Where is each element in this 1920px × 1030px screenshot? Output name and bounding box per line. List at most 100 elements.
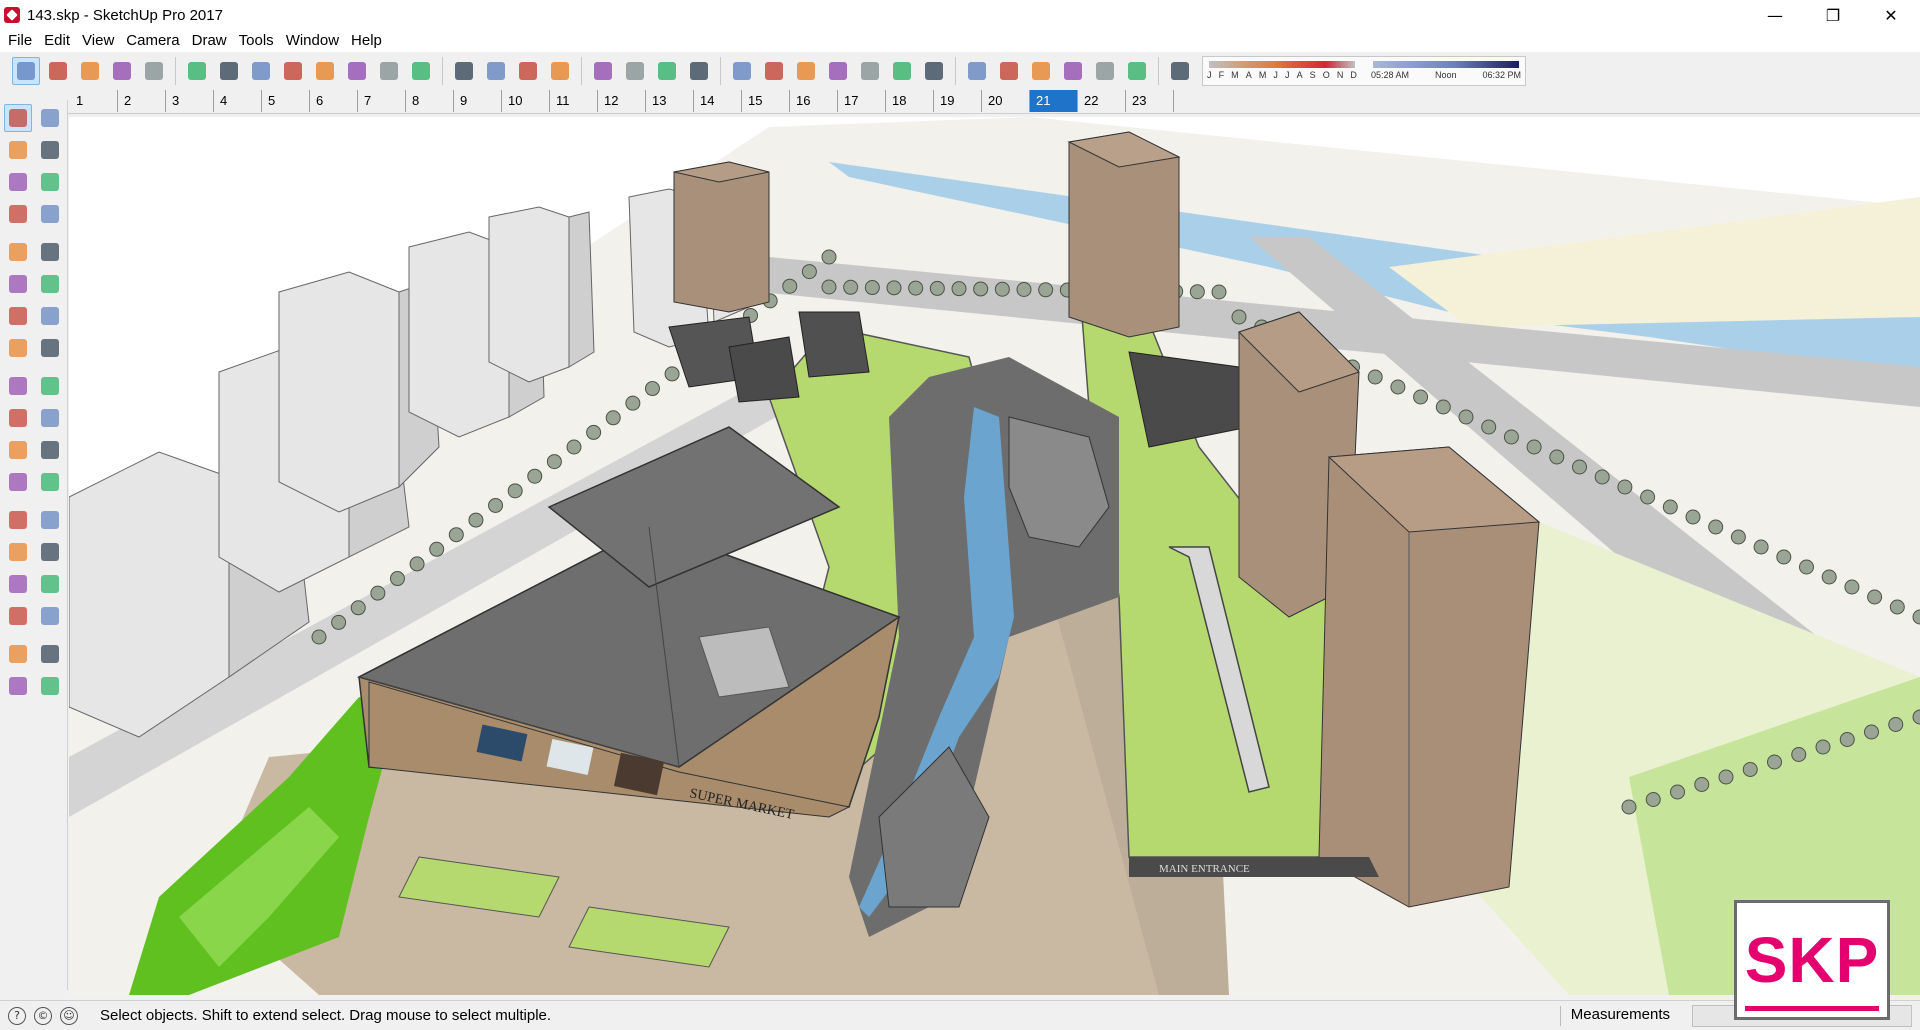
circle-tool-button[interactable] bbox=[4, 238, 32, 266]
menu-view[interactable]: View bbox=[76, 30, 120, 52]
shadow-toggle-button[interactable] bbox=[1166, 57, 1194, 85]
scene-tab-6[interactable]: 6 bbox=[310, 90, 358, 112]
walk-tool-button[interactable] bbox=[4, 672, 32, 700]
time-slider[interactable]: 05:28 AM Noon 06:32 PM bbox=[1371, 58, 1521, 84]
rectangle-button[interactable] bbox=[140, 57, 168, 85]
tape-measure-tool-button[interactable] bbox=[4, 436, 32, 464]
menu-draw[interactable]: Draw bbox=[186, 30, 233, 52]
scene-tab-22[interactable]: 22 bbox=[1078, 90, 1126, 112]
offset-tool-button[interactable] bbox=[36, 404, 64, 432]
pencil-button[interactable] bbox=[76, 57, 104, 85]
monochrome-button[interactable] bbox=[920, 57, 948, 85]
3d-text-tool-button[interactable] bbox=[36, 506, 64, 534]
push-pull-button[interactable] bbox=[183, 57, 211, 85]
text-tool-button[interactable] bbox=[36, 468, 64, 496]
scene-tab-15[interactable]: 15 bbox=[742, 90, 790, 112]
wireframe-button[interactable] bbox=[792, 57, 820, 85]
axes-tool-button[interactable] bbox=[4, 506, 32, 534]
scene-tab-10[interactable]: 10 bbox=[502, 90, 550, 112]
rectangle-tool-button[interactable] bbox=[4, 200, 32, 228]
scene-tab-16[interactable]: 16 bbox=[790, 90, 838, 112]
arc-tool-button[interactable] bbox=[4, 270, 32, 298]
rotate-button[interactable] bbox=[279, 57, 307, 85]
paint-bucket-tool-button[interactable] bbox=[4, 136, 32, 164]
warehouse-button[interactable] bbox=[589, 57, 617, 85]
scene-tab-11[interactable]: 11 bbox=[550, 90, 598, 112]
ruby-button[interactable] bbox=[685, 57, 713, 85]
tape-measure-button[interactable] bbox=[343, 57, 371, 85]
menu-camera[interactable]: Camera bbox=[120, 30, 185, 52]
paint-bucket-button[interactable] bbox=[407, 57, 435, 85]
top-view-button[interactable] bbox=[995, 57, 1023, 85]
xray-button[interactable] bbox=[728, 57, 756, 85]
scene-tab-14[interactable]: 14 bbox=[694, 90, 742, 112]
scene-tab-7[interactable]: 7 bbox=[358, 90, 406, 112]
scene-tab-3[interactable]: 3 bbox=[166, 90, 214, 112]
zoom-tool-button[interactable] bbox=[4, 570, 32, 598]
scene-tab-4[interactable]: 4 bbox=[214, 90, 262, 112]
scene-tab-5[interactable]: 5 bbox=[262, 90, 310, 112]
month-slider[interactable]: JFMAMJJASOND bbox=[1207, 58, 1357, 84]
extension-warehouse-button[interactable] bbox=[621, 57, 649, 85]
protractor-tool-button[interactable] bbox=[4, 468, 32, 496]
orbit-tool-button[interactable] bbox=[4, 538, 32, 566]
scene-tab-20[interactable]: 20 bbox=[982, 90, 1030, 112]
eraser-button[interactable] bbox=[44, 57, 72, 85]
maximize-button[interactable]: ❐ bbox=[1804, 0, 1862, 30]
scene-tab-2[interactable]: 2 bbox=[118, 90, 166, 112]
zoom-extents-tool-button[interactable] bbox=[4, 602, 32, 630]
scene-tab-19[interactable]: 19 bbox=[934, 90, 982, 112]
geo-location-icon[interactable]: ? bbox=[8, 1006, 26, 1025]
scene-tab-12[interactable]: 12 bbox=[598, 90, 646, 112]
pie-tool-button[interactable] bbox=[36, 302, 64, 330]
follow-me-button[interactable] bbox=[215, 57, 243, 85]
scene-tab-21[interactable]: 21 bbox=[1030, 90, 1078, 112]
arc-button[interactable] bbox=[108, 57, 136, 85]
front-view-button[interactable] bbox=[1027, 57, 1055, 85]
line-tool-button[interactable] bbox=[4, 168, 32, 196]
orbit-button[interactable] bbox=[450, 57, 478, 85]
follow-me-tool-button[interactable] bbox=[36, 372, 64, 400]
three-point-arc-tool-button[interactable] bbox=[4, 302, 32, 330]
push-pull-tool-button[interactable] bbox=[36, 334, 64, 362]
position-camera-tool-button[interactable] bbox=[4, 640, 32, 668]
polygon-tool-button[interactable] bbox=[36, 238, 64, 266]
scale-button[interactable] bbox=[311, 57, 339, 85]
scene-tab-1[interactable]: 1 bbox=[70, 90, 118, 112]
right-view-button[interactable] bbox=[1059, 57, 1087, 85]
credits-icon[interactable]: © bbox=[34, 1006, 52, 1025]
eraser-tool-button[interactable] bbox=[36, 136, 64, 164]
text-button[interactable] bbox=[375, 57, 403, 85]
pan-button[interactable] bbox=[482, 57, 510, 85]
previous-tool-button[interactable] bbox=[36, 602, 64, 630]
scale-tool-button[interactable] bbox=[4, 404, 32, 432]
scene-tab-9[interactable]: 9 bbox=[454, 90, 502, 112]
freehand-tool-button[interactable] bbox=[36, 168, 64, 196]
scene-tab-17[interactable]: 17 bbox=[838, 90, 886, 112]
zoom-button[interactable] bbox=[514, 57, 542, 85]
zoom-extents-button[interactable] bbox=[546, 57, 574, 85]
minimize-button[interactable]: — bbox=[1746, 0, 1804, 30]
scene-tab-13[interactable]: 13 bbox=[646, 90, 694, 112]
pan-tool-button[interactable] bbox=[36, 538, 64, 566]
send-to-layout-button[interactable] bbox=[653, 57, 681, 85]
menu-file[interactable]: File bbox=[2, 30, 38, 52]
scene-tab-18[interactable]: 18 bbox=[886, 90, 934, 112]
close-button[interactable]: ✕ bbox=[1862, 0, 1920, 30]
hidden-line-button[interactable] bbox=[824, 57, 852, 85]
back-edges-button[interactable] bbox=[760, 57, 788, 85]
back-view-button[interactable] bbox=[1091, 57, 1119, 85]
component-tool-button[interactable] bbox=[36, 104, 64, 132]
menu-help[interactable]: Help bbox=[345, 30, 388, 52]
menu-tools[interactable]: Tools bbox=[233, 30, 280, 52]
shaded-button[interactable] bbox=[856, 57, 884, 85]
scene-tab-23[interactable]: 23 bbox=[1126, 90, 1174, 112]
menu-edit[interactable]: Edit bbox=[38, 30, 76, 52]
select-button[interactable] bbox=[12, 57, 40, 85]
rotate-tool-button[interactable] bbox=[4, 372, 32, 400]
3d-scene[interactable]: SUPER MARKET MAIN ENTRANCE bbox=[69, 117, 1920, 995]
model-viewport[interactable]: SUPER MARKET MAIN ENTRANCE bbox=[69, 117, 1920, 995]
scene-tab-8[interactable]: 8 bbox=[406, 90, 454, 112]
zoom-window-tool-button[interactable] bbox=[36, 570, 64, 598]
move-tool-button[interactable] bbox=[4, 334, 32, 362]
